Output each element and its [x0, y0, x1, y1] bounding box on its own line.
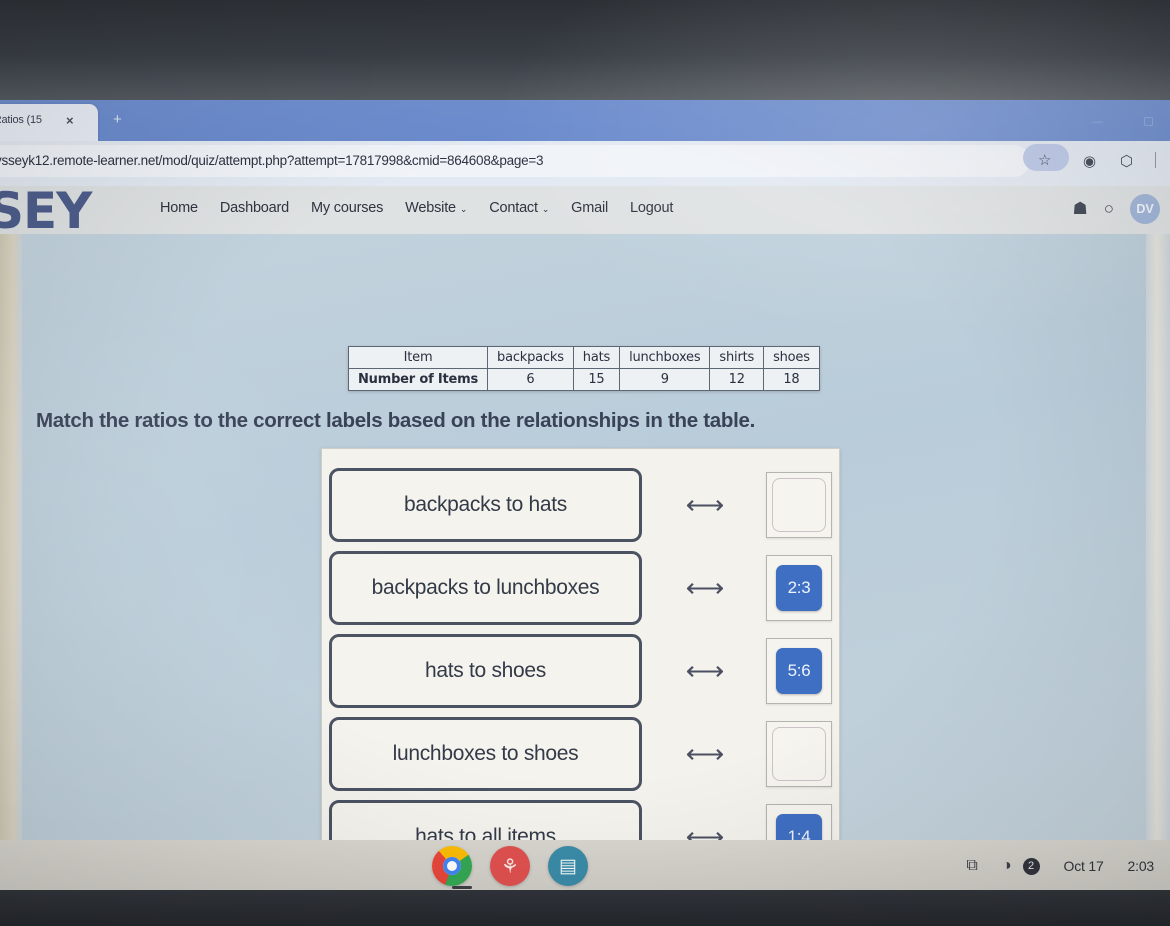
table-header-row: Item backpacks hats lunchboxes shirts sh… [347, 346, 820, 369]
table-header-cell: Item [347, 346, 489, 369]
notification-badge: 2 [1022, 857, 1040, 875]
match-question-panel: backpacks to hats ⟷ backpacks to lunchbo… [321, 448, 840, 890]
nav-item-dashboard[interactable]: Dashboard [220, 200, 289, 216]
table-header-cell: backpacks [487, 346, 574, 369]
match-label[interactable]: lunchboxes to shoes [329, 717, 642, 791]
minimize-icon[interactable]: — [1092, 116, 1103, 128]
browser-window: t Ratios (15 × + — ysseyk12.remote-learn… [0, 100, 1170, 890]
extensions-icon[interactable]: ◉ [1083, 152, 1096, 170]
nav-label: Contact [489, 200, 538, 216]
chevron-down-icon: ⌄ [459, 204, 468, 214]
browser-toolbar: ysseyk12.remote-learner.net/mod/quiz/att… [0, 141, 1170, 186]
tab-title: t Ratios (15 [0, 114, 42, 126]
os-taskbar: ⚘ ▤ ⧉ ◑ 2 Oct 17 2:03 [0, 840, 1170, 892]
time-text: 2:03 [1127, 858, 1155, 874]
table-cell: 9 [619, 368, 711, 391]
quiz-page-body: Item backpacks hats lunchboxes shirts sh… [0, 234, 1170, 890]
profile-icon[interactable]: ⬡ [1120, 152, 1133, 170]
double-arrow-icon: ⟷ [685, 738, 725, 769]
table-cell: 6 [487, 368, 574, 391]
address-bar[interactable]: ysseyk12.remote-learner.net/mod/quiz/att… [0, 145, 1030, 177]
answer-tile[interactable]: 5:6 [776, 648, 822, 694]
chat-bubble-icon[interactable]: ○ [1104, 199, 1114, 219]
star-icon[interactable]: ☆ [1038, 151, 1051, 169]
paint-glyph: ⚘ [501, 855, 519, 878]
nav-item-contact[interactable]: Contact ⌄ [489, 200, 549, 216]
table-cell: 15 [572, 368, 621, 391]
close-icon[interactable]: × [66, 113, 74, 128]
match-drop-slot[interactable] [766, 721, 832, 787]
match-label[interactable]: backpacks to lunchboxes [329, 551, 642, 625]
new-tab-icon[interactable]: + [113, 111, 122, 128]
items-table: Item backpacks hats lunchboxes shirts sh… [347, 346, 820, 391]
page-scrollbar[interactable] [1146, 234, 1170, 890]
table-row-label: Number of Items [347, 368, 489, 391]
nav-item-website[interactable]: Website ⌄ [405, 200, 467, 216]
nav-label: Website [405, 200, 456, 216]
date-tray-button[interactable]: Oct 17 [1052, 847, 1116, 885]
browser-tab-strip: t Ratios (15 × + — [0, 100, 1170, 141]
nav-item-gmail[interactable]: Gmail [571, 200, 608, 216]
photographed-screen: t Ratios (15 × + — ysseyk12.remote-learn… [0, 0, 1170, 926]
url-text: ysseyk12.remote-learner.net/mod/quiz/att… [0, 153, 544, 168]
monitor-bezel-bottom [0, 890, 1170, 926]
maximize-icon[interactable] [1144, 117, 1153, 126]
header-actions: ☗ ○ DV [1072, 194, 1160, 224]
nav-label: Home [160, 200, 198, 216]
site-header: SEY Home Dashboard My courses Website ⌄ C… [0, 182, 1170, 240]
table-cell: 18 [763, 368, 820, 391]
status-icon: ◑ [1001, 857, 1012, 874]
chevron-down-icon: ⌄ [541, 204, 550, 214]
system-tray: ⧉ ◑ 2 Oct 17 2:03 [954, 847, 1166, 885]
nav-label: Gmail [571, 200, 609, 216]
clock-tray-button[interactable]: 2:03 [1116, 847, 1166, 885]
screenshot-icon: ⧉ [966, 857, 978, 874]
toolbar-divider [1155, 152, 1156, 168]
bell-icon[interactable]: ☗ [1072, 199, 1087, 219]
match-drop-slot[interactable] [766, 472, 832, 538]
main-navigation: Home Dashboard My courses Website ⌄ Conta… [160, 200, 673, 216]
match-drop-slot[interactable]: 2:3 [766, 555, 832, 621]
question-prompt: Match the ratios to the correct labels b… [36, 409, 756, 432]
page-left-edge [0, 234, 22, 890]
slides-icon[interactable]: ▤ [548, 846, 588, 886]
date-text: Oct 17 [1063, 858, 1104, 874]
slides-glyph: ▤ [559, 855, 577, 877]
table-header-cell: lunchboxes [619, 346, 711, 369]
nav-label: Logout [630, 200, 674, 216]
status-tray-button[interactable]: ◑ 2 [990, 847, 1052, 885]
answer-tile[interactable]: 2:3 [776, 565, 822, 611]
taskbar-app-launchers: ⚘ ▤ [432, 846, 588, 886]
nav-item-logout[interactable]: Logout [630, 200, 673, 216]
nav-item-my-courses[interactable]: My courses [311, 200, 383, 216]
match-label[interactable]: hats to shoes [329, 634, 642, 708]
avatar[interactable]: DV [1130, 194, 1160, 224]
nav-label: My courses [311, 200, 384, 216]
table-header-cell: hats [572, 346, 621, 369]
double-arrow-icon: ⟷ [685, 489, 725, 520]
table-header-cell: shirts [709, 346, 765, 369]
table-row: Number of Items 6 15 9 12 18 [347, 368, 820, 391]
nav-label: Dashboard [219, 200, 290, 216]
monitor-bezel-top [0, 0, 1170, 100]
table-cell: 12 [709, 368, 765, 391]
match-label[interactable]: backpacks to hats [329, 468, 642, 542]
active-app-indicator [452, 886, 472, 889]
table-header-cell: shoes [763, 346, 820, 369]
browser-tab[interactable]: t Ratios (15 × [0, 104, 98, 141]
screenshot-tray-button[interactable]: ⧉ [954, 847, 989, 885]
paint-icon[interactable]: ⚘ [490, 846, 530, 886]
double-arrow-icon: ⟷ [685, 655, 725, 686]
double-arrow-icon: ⟷ [685, 572, 725, 603]
nav-item-home[interactable]: Home [160, 200, 198, 216]
match-drop-slot[interactable]: 5:6 [766, 638, 832, 704]
site-logo[interactable]: SEY [0, 182, 92, 240]
chrome-icon[interactable] [432, 846, 472, 886]
